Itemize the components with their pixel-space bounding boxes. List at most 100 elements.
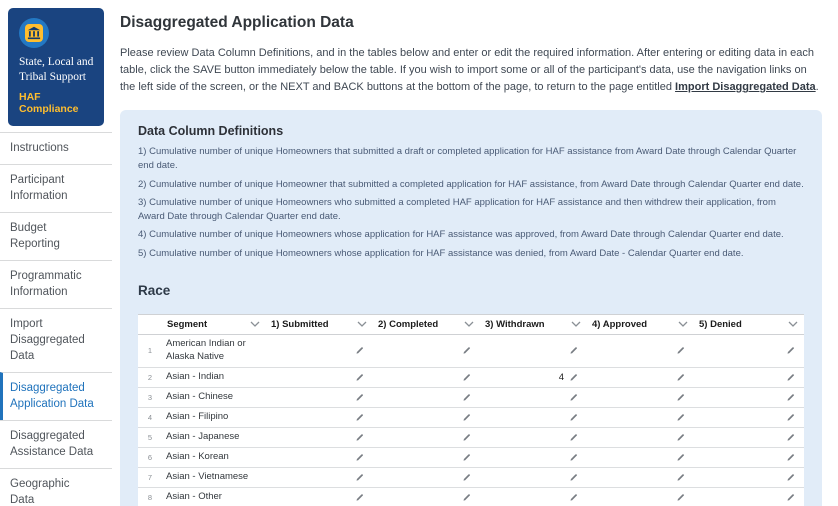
chevron-down-icon[interactable] xyxy=(678,321,688,328)
edit-pencil-icon[interactable] xyxy=(355,433,364,442)
value-cell[interactable] xyxy=(587,473,694,482)
edit-pencil-icon[interactable] xyxy=(569,346,578,355)
edit-pencil-icon[interactable] xyxy=(462,413,471,422)
edit-pencil-icon[interactable] xyxy=(786,373,795,382)
chevron-down-icon[interactable] xyxy=(250,321,260,328)
edit-pencil-icon[interactable] xyxy=(355,413,364,422)
value-cell[interactable] xyxy=(373,373,480,382)
edit-pencil-icon[interactable] xyxy=(786,473,795,482)
value-cell[interactable] xyxy=(373,346,480,355)
column-header-2-completed[interactable]: 2) Completed xyxy=(373,315,480,334)
value-cell[interactable] xyxy=(480,393,587,402)
edit-pencil-icon[interactable] xyxy=(355,473,364,482)
edit-pencil-icon[interactable] xyxy=(569,413,578,422)
value-cell[interactable] xyxy=(694,433,804,442)
sidebar-item-instructions[interactable]: Instructions xyxy=(0,131,112,165)
chevron-down-icon[interactable] xyxy=(571,321,581,328)
import-disaggregated-data-link[interactable]: Import Disaggregated Data xyxy=(675,81,816,93)
edit-pencil-icon[interactable] xyxy=(786,493,795,502)
value-cell[interactable] xyxy=(587,413,694,422)
edit-pencil-icon[interactable] xyxy=(569,473,578,482)
value-cell[interactable] xyxy=(480,413,587,422)
sidebar-item-programmatic-information[interactable]: Programmatic Information xyxy=(0,260,112,308)
edit-pencil-icon[interactable] xyxy=(462,453,471,462)
sidebar-item-import-disaggregated-data[interactable]: Import Disaggregated Data xyxy=(0,308,112,372)
value-cell[interactable] xyxy=(694,346,804,355)
edit-pencil-icon[interactable] xyxy=(569,493,578,502)
column-header-segment[interactable]: Segment xyxy=(162,315,266,334)
edit-pencil-icon[interactable] xyxy=(786,393,795,402)
sidebar-item-participant-information[interactable]: Participant Information xyxy=(0,164,112,212)
value-cell[interactable] xyxy=(694,473,804,482)
edit-pencil-icon[interactable] xyxy=(462,373,471,382)
value-cell[interactable] xyxy=(266,493,373,502)
column-header-1-submitted[interactable]: 1) Submitted xyxy=(266,315,373,334)
value-cell[interactable] xyxy=(694,393,804,402)
edit-pencil-icon[interactable] xyxy=(676,473,685,482)
edit-pencil-icon[interactable] xyxy=(355,493,364,502)
sidebar-item-budget-reporting[interactable]: Budget Reporting xyxy=(0,212,112,260)
edit-pencil-icon[interactable] xyxy=(569,433,578,442)
edit-pencil-icon[interactable] xyxy=(786,346,795,355)
value-cell[interactable] xyxy=(694,413,804,422)
value-cell[interactable] xyxy=(373,433,480,442)
sidebar-item-disaggregated-assistance-data[interactable]: Disaggregated Assistance Data xyxy=(0,420,112,468)
value-cell[interactable] xyxy=(480,433,587,442)
edit-pencil-icon[interactable] xyxy=(462,493,471,502)
value-cell[interactable] xyxy=(266,413,373,422)
column-header-3-withdrawn[interactable]: 3) Withdrawn xyxy=(480,315,587,334)
edit-pencil-icon[interactable] xyxy=(786,433,795,442)
value-cell[interactable] xyxy=(587,433,694,442)
edit-pencil-icon[interactable] xyxy=(676,346,685,355)
value-cell[interactable] xyxy=(266,473,373,482)
edit-pencil-icon[interactable] xyxy=(355,346,364,355)
column-header-5-denied[interactable]: 5) Denied xyxy=(694,315,804,334)
value-cell[interactable] xyxy=(587,346,694,355)
value-cell[interactable]: 4 xyxy=(480,372,587,383)
edit-pencil-icon[interactable] xyxy=(462,393,471,402)
sidebar-item-disaggregated-application-data[interactable]: Disaggregated Application Data xyxy=(0,372,112,421)
edit-pencil-icon[interactable] xyxy=(355,453,364,462)
value-cell[interactable] xyxy=(266,346,373,355)
chevron-down-icon[interactable] xyxy=(464,321,474,328)
value-cell[interactable] xyxy=(480,473,587,482)
edit-pencil-icon[interactable] xyxy=(676,493,685,502)
edit-pencil-icon[interactable] xyxy=(462,433,471,442)
value-cell[interactable] xyxy=(266,433,373,442)
value-cell[interactable] xyxy=(480,453,587,462)
edit-pencil-icon[interactable] xyxy=(786,453,795,462)
value-cell[interactable] xyxy=(587,373,694,382)
value-cell[interactable] xyxy=(587,393,694,402)
value-cell[interactable] xyxy=(373,493,480,502)
value-cell[interactable] xyxy=(266,453,373,462)
chevron-down-icon[interactable] xyxy=(357,321,367,328)
column-header-4-approved[interactable]: 4) Approved xyxy=(587,315,694,334)
edit-pencil-icon[interactable] xyxy=(355,393,364,402)
edit-pencil-icon[interactable] xyxy=(355,373,364,382)
value-cell[interactable] xyxy=(266,373,373,382)
value-cell[interactable] xyxy=(587,453,694,462)
edit-pencil-icon[interactable] xyxy=(786,413,795,422)
edit-pencil-icon[interactable] xyxy=(462,473,471,482)
edit-pencil-icon[interactable] xyxy=(569,393,578,402)
edit-pencil-icon[interactable] xyxy=(676,413,685,422)
edit-pencil-icon[interactable] xyxy=(462,346,471,355)
value-cell[interactable] xyxy=(266,393,373,402)
value-cell[interactable] xyxy=(694,453,804,462)
edit-pencil-icon[interactable] xyxy=(569,453,578,462)
chevron-down-icon[interactable] xyxy=(788,321,798,328)
edit-pencil-icon[interactable] xyxy=(569,373,578,382)
value-cell[interactable] xyxy=(373,473,480,482)
value-cell[interactable] xyxy=(480,346,587,355)
value-cell[interactable] xyxy=(373,413,480,422)
edit-pencil-icon[interactable] xyxy=(676,453,685,462)
value-cell[interactable] xyxy=(373,453,480,462)
sidebar-item-geographic-data[interactable]: Geographic Data xyxy=(0,468,112,506)
value-cell[interactable] xyxy=(587,493,694,502)
edit-pencil-icon[interactable] xyxy=(676,393,685,402)
value-cell[interactable] xyxy=(373,393,480,402)
edit-pencil-icon[interactable] xyxy=(676,373,685,382)
value-cell[interactable] xyxy=(694,493,804,502)
edit-pencil-icon[interactable] xyxy=(676,433,685,442)
value-cell[interactable] xyxy=(480,493,587,502)
